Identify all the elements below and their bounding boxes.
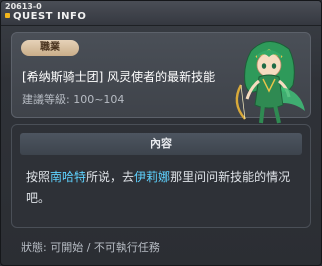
job-tag: 職業 xyxy=(21,40,79,56)
level-label: 建議等級 xyxy=(22,93,66,106)
quest-info-window: 20613-0 QUEST INFO 職業 [希纳斯骑士团] 风灵使者的最新技能… xyxy=(0,0,322,266)
description-text: 按照 xyxy=(26,170,51,184)
window-title: QUEST INFO xyxy=(13,11,87,22)
title-accent-icon xyxy=(5,13,10,18)
status-label: 狀態 xyxy=(21,241,43,254)
wind-archer-character-icon xyxy=(235,41,305,124)
quest-content-panel: 內容 按照南哈特所说，去伊莉娜那里问问新技能的情况吧。 xyxy=(11,124,311,228)
title-bar[interactable]: 20613-0 QUEST INFO xyxy=(1,1,321,26)
npc-name-link[interactable]: 南哈特 xyxy=(50,170,86,184)
description-text: 所说，去 xyxy=(86,170,135,184)
status-value: 可開始 / 不可執行任務 xyxy=(50,241,160,254)
quest-status: 狀態: 可開始 / 不可執行任務 xyxy=(21,239,160,255)
level-range: 100~104 xyxy=(73,93,125,106)
content-description: 按照南哈特所说，去伊莉娜那里问问新技能的情况吧。 xyxy=(26,167,302,209)
content-header: 內容 xyxy=(20,133,302,155)
quest-id: 20613-0 xyxy=(5,2,42,11)
recommended-level: 建議等級: 100~104 xyxy=(22,91,124,107)
quest-name: [希纳斯骑士团] 风灵使者的最新技能 xyxy=(22,70,216,84)
npc-name-link[interactable]: 伊莉娜 xyxy=(134,170,170,184)
